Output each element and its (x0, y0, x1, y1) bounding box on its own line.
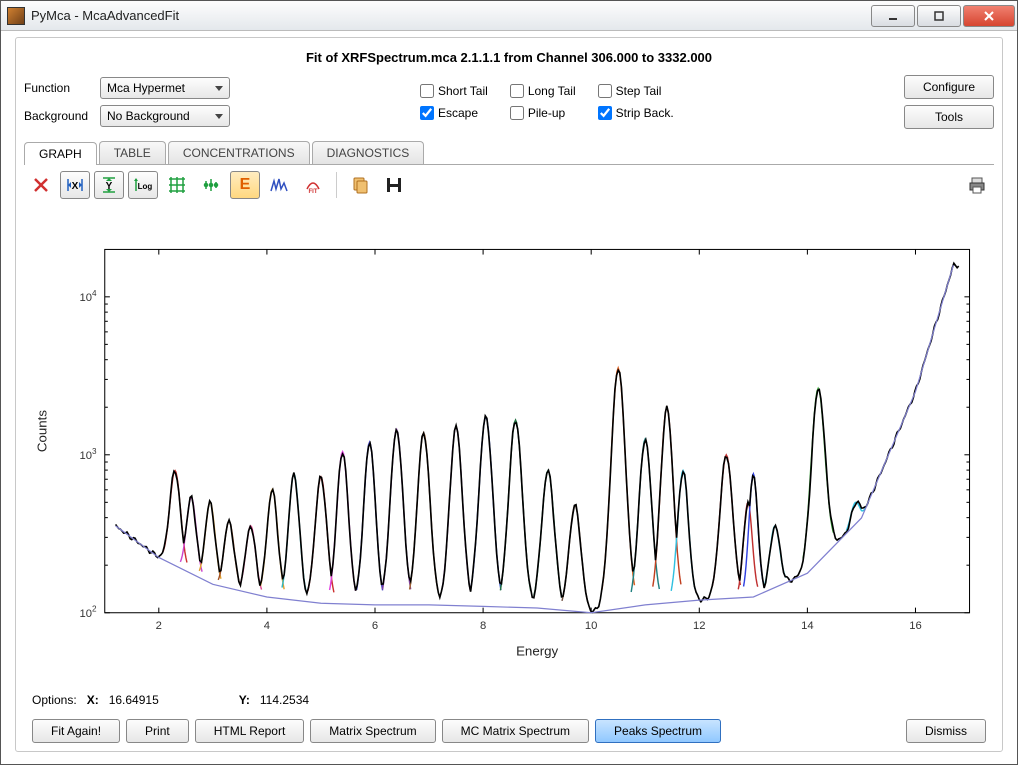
tab-diagnostics[interactable]: DIAGNOSTICS (312, 141, 425, 164)
checkbox-escape[interactable]: Escape (420, 106, 488, 120)
options-y-value: 114.2534 (260, 693, 309, 707)
svg-text:Log: Log (138, 182, 153, 191)
options-label: Options: (32, 693, 77, 707)
checkbox-pileup[interactable]: Pile-up (510, 106, 576, 120)
checkbox-long-tail-input[interactable] (510, 84, 524, 98)
svg-text:FIT: FIT (309, 189, 318, 195)
energy-toggle-button[interactable]: E (230, 171, 260, 199)
grid-toggle-icon[interactable] (162, 171, 192, 199)
svg-text:8: 8 (480, 620, 486, 632)
svg-text:10: 10 (585, 620, 598, 632)
svg-text:4: 4 (264, 620, 270, 632)
window: PyMca - McaAdvancedFit Fit of XRFSpectru… (0, 0, 1018, 765)
fit-icon[interactable]: FIT (298, 171, 328, 199)
svg-text:104: 104 (80, 289, 98, 304)
svg-text:102: 102 (80, 605, 98, 620)
peaks-spectrum-button[interactable]: Peaks Spectrum (595, 719, 721, 743)
window-title: PyMca - McaAdvancedFit (31, 8, 179, 23)
configure-button[interactable]: Configure (904, 75, 994, 99)
titlebar: PyMca - McaAdvancedFit (1, 1, 1017, 31)
checkbox-pileup-input[interactable] (510, 106, 524, 120)
plot-area[interactable]: 102 103 104 2 4 6 8 10 12 14 16 Energy Counts (28, 209, 990, 689)
checkbox-escape-input[interactable] (420, 106, 434, 120)
options-row: Options: X: 16.64915 Y: 114.2534 (24, 689, 994, 715)
reset-zoom-icon[interactable] (26, 171, 56, 199)
x-autoscale-button[interactable]: X (60, 171, 90, 199)
background-combo[interactable]: No Background (100, 105, 230, 127)
checkbox-strip-back-input[interactable] (598, 106, 612, 120)
app-icon (7, 7, 25, 25)
svg-text:103: 103 (80, 447, 98, 462)
fit-again-button[interactable]: Fit Again! (32, 719, 120, 743)
checkbox-step-tail-input[interactable] (598, 84, 612, 98)
print-button[interactable]: Print (126, 719, 189, 743)
svg-text:16: 16 (909, 620, 922, 632)
maximize-button[interactable] (917, 5, 961, 27)
svg-text:14: 14 (801, 620, 814, 632)
dismiss-button[interactable]: Dismiss (906, 719, 986, 743)
chart-svg: 102 103 104 2 4 6 8 10 12 14 16 Energy Counts (28, 209, 990, 689)
function-combo[interactable]: Mca Hypermet (100, 77, 230, 99)
svg-text:12: 12 (693, 620, 706, 632)
svg-text:X: X (72, 181, 79, 192)
options-y-label: Y: (239, 693, 250, 707)
save-icon[interactable] (379, 171, 409, 199)
tab-concentrations[interactable]: CONCENTRATIONS (168, 141, 310, 164)
checkbox-short-tail[interactable]: Short Tail (420, 84, 488, 98)
html-report-button[interactable]: HTML Report (195, 719, 305, 743)
close-button[interactable] (963, 5, 1015, 27)
svg-text:Y: Y (106, 181, 113, 192)
checkbox-long-tail[interactable]: Long Tail (510, 84, 576, 98)
background-label: Background (24, 109, 94, 123)
svg-text:Energy: Energy (516, 644, 558, 659)
options-x-label: X: (87, 693, 99, 707)
checkbox-short-tail-input[interactable] (420, 84, 434, 98)
tab-graph[interactable]: GRAPH (24, 142, 97, 165)
function-label: Function (24, 81, 94, 95)
print-icon[interactable] (962, 171, 992, 199)
matrix-spectrum-button[interactable]: Matrix Spectrum (310, 719, 435, 743)
tab-table[interactable]: TABLE (99, 141, 166, 164)
svg-text:2: 2 (156, 620, 162, 632)
tools-button[interactable]: Tools (904, 105, 994, 129)
points-toggle-icon[interactable] (196, 171, 226, 199)
background-combo-value: No Background (107, 109, 190, 123)
copy-icon[interactable] (345, 171, 375, 199)
function-combo-value: Mca Hypermet (107, 81, 185, 95)
svg-text:6: 6 (372, 620, 378, 632)
graph-toolbar: X Y Log E FIT (24, 165, 994, 205)
svg-text:Counts: Counts (34, 410, 49, 452)
bottom-buttons: Fit Again! Print HTML Report Matrix Spec… (24, 715, 994, 743)
y-autoscale-button[interactable]: Y (94, 171, 124, 199)
minimize-button[interactable] (871, 5, 915, 27)
mc-matrix-spectrum-button[interactable]: MC Matrix Spectrum (442, 719, 589, 743)
log-toggle-button[interactable]: Log (128, 171, 158, 199)
tabs: GRAPH TABLE CONCENTRATIONS DIAGNOSTICS (24, 141, 994, 165)
peaks-icon[interactable] (264, 171, 294, 199)
fit-title: Fit of XRFSpectrum.mca 2.1.1.1 from Chan… (24, 50, 994, 65)
checkbox-strip-back[interactable]: Strip Back. (598, 106, 674, 120)
checkbox-step-tail[interactable]: Step Tail (598, 84, 674, 98)
options-x-value: 16.64915 (109, 693, 159, 707)
